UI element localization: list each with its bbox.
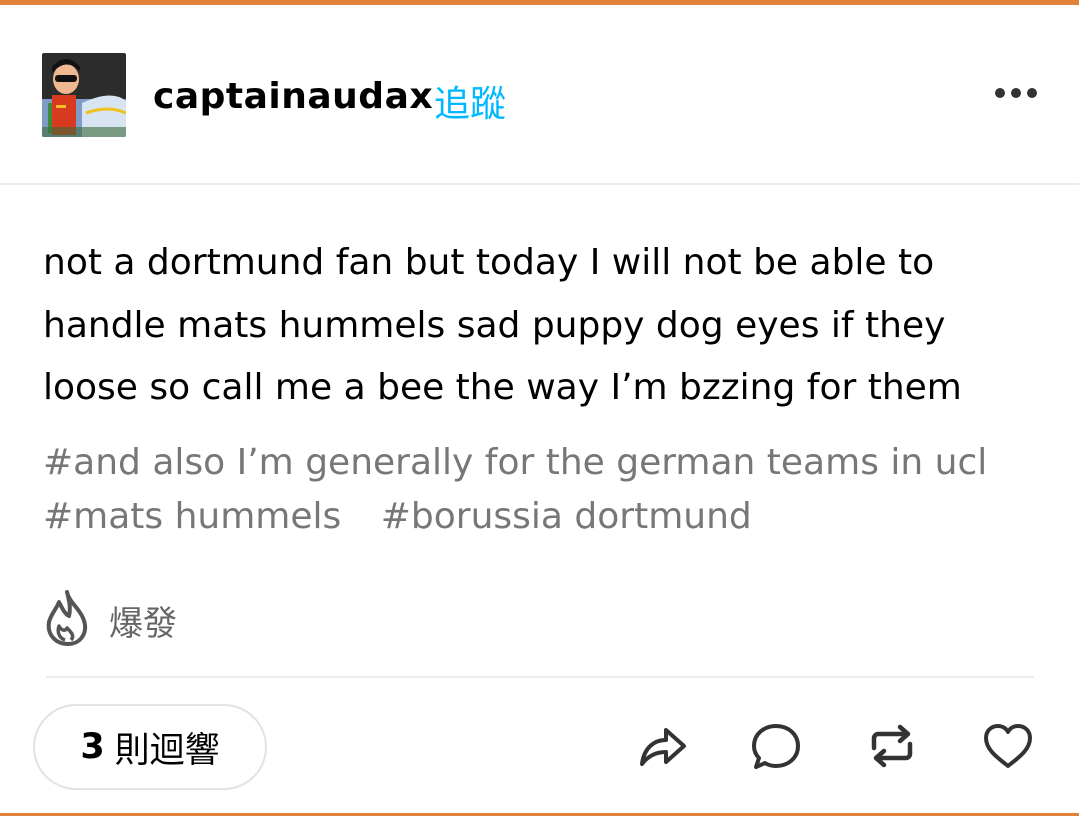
tag-link[interactable]: #and also I’m generally for the german t… xyxy=(43,442,987,483)
reblog-icon[interactable] xyxy=(864,718,920,774)
flame-icon xyxy=(45,588,91,648)
tag-link[interactable]: #borussia dortmund xyxy=(381,496,752,537)
share-icon[interactable] xyxy=(634,718,690,774)
replies-button[interactable]: 3 則迴響 xyxy=(33,704,267,790)
tag-link[interactable]: #mats hummels xyxy=(43,496,341,537)
notes-label: 爆發 xyxy=(109,604,177,644)
avatar[interactable] xyxy=(42,53,126,137)
ellipsis-icon[interactable] xyxy=(992,75,1042,111)
reply-label: 則迴響 xyxy=(114,730,220,771)
heart-icon[interactable] xyxy=(980,718,1036,774)
header-divider xyxy=(0,183,1079,185)
follow-button[interactable]: 追蹤 xyxy=(434,75,506,127)
username[interactable]: captainaudax xyxy=(153,76,433,117)
reply-count: 3 xyxy=(80,727,105,767)
footer-divider xyxy=(46,676,1034,678)
post-body-text: not a dortmund fan but today I will not … xyxy=(43,242,962,408)
post-tags: #and also I’m generally for the german t… xyxy=(43,436,1033,544)
comment-icon[interactable] xyxy=(748,718,804,774)
post-header: captainaudax 追蹤 xyxy=(0,5,1079,183)
avatar-image xyxy=(42,53,126,137)
